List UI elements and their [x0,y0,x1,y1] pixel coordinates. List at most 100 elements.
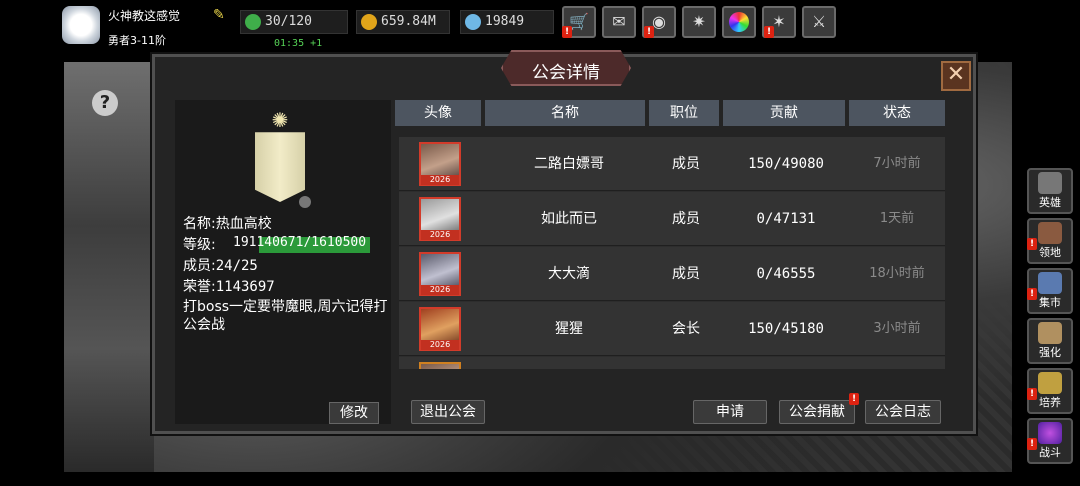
side-cultivate-button[interactable]: ! 培养 [1027,368,1073,414]
member-row[interactable]: 2026 猩猩 会长 150/45180 3小时前 [399,302,945,356]
apply-button[interactable]: 申请 [693,400,767,424]
guild-banner-icon [255,132,305,202]
member-row[interactable]: 2026 大大滴 成员 0/46555 18小时前 [399,247,945,301]
column-status: 状态 [849,100,945,126]
crystal-icon [1038,322,1062,344]
side-enhance-label: 强化 [1039,346,1061,359]
donate-button[interactable]: 公会捐献 [779,400,855,424]
gem-value: 19849 [485,14,525,29]
event-button[interactable]: ✶ ! [762,6,796,38]
member-badge: 2026 [421,285,459,295]
side-hero-label: 英雄 [1039,196,1061,209]
column-avatar: 头像 [395,100,481,126]
donate-alert-badge: ! [849,393,859,405]
player-name: 火神教这感觉 [108,9,181,23]
settings-icon: ✷ [692,12,706,31]
minigame-button[interactable]: ◉ ! [642,6,676,38]
settings-button[interactable]: ✷ [682,6,716,38]
stamina-counter: 30/120 [240,10,348,34]
sparkle-icon: ✶ [772,12,786,31]
mail-icon: ✉ [612,12,626,31]
member-role: 成员 [672,266,700,282]
leave-guild-button[interactable]: 退出公会 [411,400,485,424]
member-badge: 2026 [421,175,459,185]
guild-honor-value: 1143697 [215,279,275,295]
guild-name-label: 名称: [183,216,216,232]
modify-notice-button[interactable]: 修改 [329,402,379,424]
close-button[interactable]: ✕ [941,61,971,91]
edit-name-icon[interactable]: ✎ [213,7,229,23]
gold-coin-icon [361,14,377,30]
side-battle-label: 战斗 [1039,446,1061,459]
guild-name-line: 名称:热血高校 [183,213,272,233]
member-role: 成员 [672,211,700,227]
guild-members-count: 24/25 [215,258,258,274]
member-row[interactable]: 2026 二路白嫖哥 成员 150/49080 7小时前 [399,137,945,191]
member-avatar[interactable] [419,362,461,369]
battle-button[interactable]: ⚔ [802,6,836,38]
castle-icon [1038,222,1062,244]
guild-members-line: 成员:24/25 [183,255,258,275]
color-wheel-icon [729,12,749,32]
event-alert-badge: ! [764,26,774,38]
member-contribution: 150/45180 [748,321,824,337]
member-contribution: 150/49080 [748,156,824,172]
help-icon[interactable]: ? [92,90,118,116]
member-name: 二路白嫖哥 [534,156,604,172]
member-name: 如此而已 [541,211,597,227]
guild-honor-line: 荣誉:1143697 [183,276,275,296]
lightning-icon [245,14,261,30]
member-name: 猩猩 [555,321,583,337]
member-contribution: 0/47131 [756,211,816,227]
member-avatar[interactable]: 2026 [419,307,461,351]
minigame-alert-badge: ! [644,26,654,38]
color-button[interactable] [722,6,756,38]
side-market-button[interactable]: ! 集市 [1027,268,1073,314]
side-market-label: 集市 [1039,296,1061,309]
helmet-icon [1038,172,1062,194]
gem-counter: 19849 [460,10,554,34]
member-role: 成员 [672,156,700,172]
guild-name: 热血高校 [215,216,272,232]
side-hero-button[interactable]: 英雄 [1027,168,1073,214]
member-avatar[interactable]: 2026 [419,142,461,186]
side-enhance-button[interactable]: 强化 [1027,318,1073,364]
member-row[interactable]: 2026 如此而已 成员 0/47131 1天前 [399,192,945,246]
guild-notice: 打boss一定要带魔眼,周六记得打公会战 [183,299,388,333]
side-territory-label: 领地 [1039,246,1061,259]
member-badge: 2026 [421,230,459,240]
banner-badge-icon [299,196,311,208]
side-battle-button[interactable]: ! 战斗 [1027,418,1073,464]
mail-button[interactable]: ✉ [602,6,636,38]
member-status: 7小时前 [873,156,921,171]
member-avatar[interactable]: 2026 [419,197,461,241]
stamina-value: 30/120 [265,14,312,29]
member-name: 大大滴 [548,266,590,282]
guild-members-label: 成员: [183,258,216,274]
close-icon: ✕ [946,62,966,87]
member-status: 18小时前 [869,266,925,281]
shop-cart-icon: 🛒 [569,12,589,31]
side-territory-button[interactable]: ! 领地 [1027,218,1073,264]
member-row-partial[interactable] [399,357,945,369]
shop-button[interactable]: 🛒 ! [562,6,596,38]
member-avatar[interactable]: 2026 [419,252,461,296]
member-status: 1天前 [879,211,915,226]
shop-alert-badge: ! [562,26,572,38]
side-cultivate-label: 培养 [1039,396,1061,409]
guild-log-button[interactable]: 公会日志 [865,400,941,424]
market-icon [1038,272,1062,294]
top-bar: 火神教这感觉 勇者3-11阶 ✎ 30/120 01:35 +1 659.84M… [0,0,1080,56]
guild-info-panel: ✺ 名称:热血高校 等级: 191140671/1610500 成员:24/25… [175,100,391,424]
gold-counter: 659.84M [356,10,450,34]
guild-level-line: 等级: [183,234,216,254]
guild-detail-dialog: 公会详情 ✕ ✺ 名称:热血高校 等级: 191140671/1610500 成… [152,50,976,434]
column-role: 职位 [649,100,719,126]
member-role: 会长 [672,321,700,337]
member-badge: 2026 [421,340,459,350]
member-list[interactable]: 2026 二路白嫖哥 成员 150/49080 7小时前 2026 如此而已 成… [399,137,945,369]
player-avatar[interactable] [62,6,100,44]
guild-xp-text: 191140671/1610500 [233,235,367,250]
gem-icon [465,14,481,30]
gold-value: 659.84M [381,14,436,29]
